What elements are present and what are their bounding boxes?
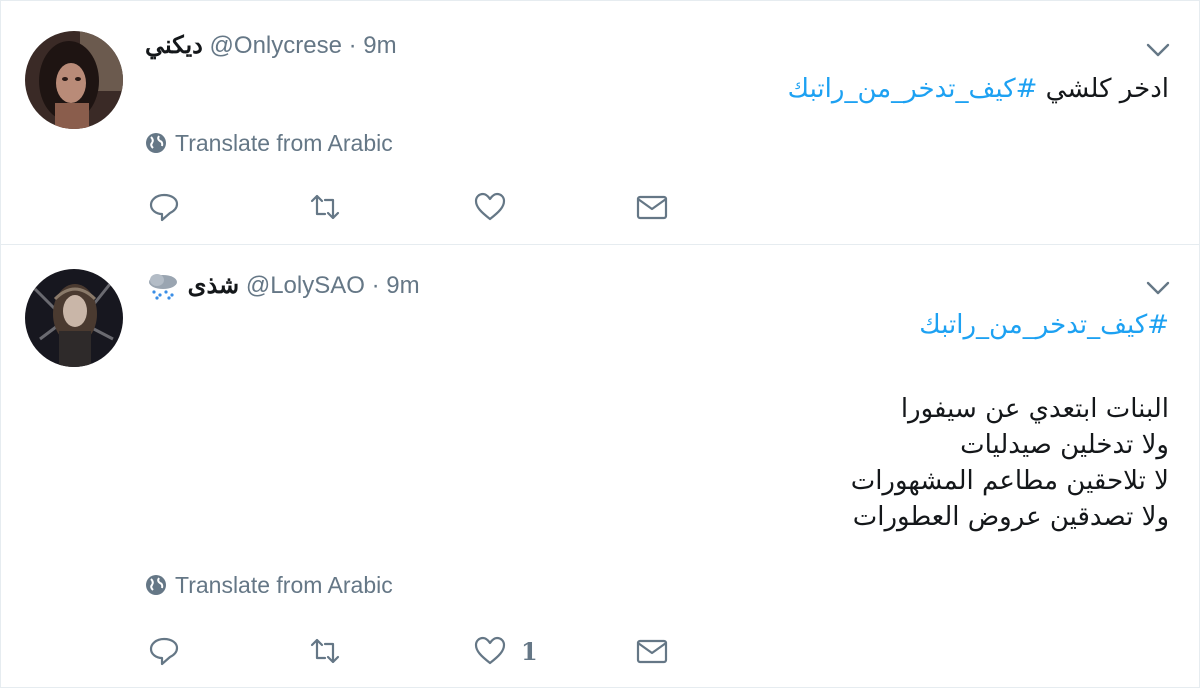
- reply-button[interactable]: [147, 189, 181, 225]
- avatar[interactable]: [25, 31, 123, 129]
- tweet-text: البنات ابتعدي عن سيفورا ولا تدخلين صيدلي…: [851, 391, 1169, 535]
- timestamp[interactable]: 9m: [386, 272, 419, 299]
- timeline: ديكني @Onlycrese · 9m ادخر كلشي #كيف_تدخ…: [0, 0, 1200, 688]
- direct-message-button[interactable]: [635, 189, 669, 225]
- translate-label: Translate from Arabic: [175, 572, 393, 598]
- tweet-text-line: لا تلاحقين مطاعم المشهورات: [850, 466, 1169, 496]
- tweet-header: ديكني @Onlycrese · 9m: [145, 31, 397, 61]
- tweet-text: ادخر كلشي #كيف_تدخر_من_راتبك: [788, 71, 1169, 107]
- reply-icon: [149, 193, 179, 222]
- heart-icon: [474, 636, 506, 665]
- retweet-button[interactable]: [308, 189, 342, 225]
- timestamp[interactable]: 9m: [363, 32, 396, 59]
- chevron-down-icon[interactable]: [1145, 37, 1171, 63]
- envelope-icon: [636, 195, 668, 220]
- display-name[interactable]: ديكني: [145, 32, 203, 59]
- tweet[interactable]: ديكني @Onlycrese · 9m ادخر كلشي #كيف_تدخ…: [1, 1, 1199, 245]
- reply-icon: [149, 637, 179, 666]
- like-button[interactable]: [473, 189, 521, 225]
- translate-link[interactable]: Translate from Arabic: [145, 571, 393, 599]
- reply-button[interactable]: [147, 633, 181, 669]
- globe-icon: [146, 575, 166, 595]
- handle[interactable]: @Onlycrese: [210, 32, 342, 59]
- tweet-text-plain: ادخر كلشي: [1045, 74, 1169, 104]
- direct-message-button[interactable]: [635, 633, 669, 669]
- heart-icon: [474, 192, 506, 221]
- separator: ·: [371, 272, 380, 299]
- hashtag-link[interactable]: #كيف_تدخر_من_راتبك: [919, 310, 1169, 340]
- like-count: 1: [521, 636, 538, 666]
- retweet-button[interactable]: [308, 633, 342, 669]
- tweet[interactable]: شذى @LolySAO · 9m #كيف_تدخر_من_راتبك الب…: [1, 245, 1199, 687]
- display-name[interactable]: شذى: [188, 272, 240, 299]
- handle[interactable]: @LolySAO: [246, 272, 365, 299]
- translate-label: Translate from Arabic: [175, 130, 393, 156]
- hashtag-link[interactable]: #كيف_تدخر_من_راتبك: [788, 74, 1038, 104]
- tweet-text-line: ولا تصدقين عروض العطورات: [852, 502, 1169, 532]
- cloud-with-snow-emoji: [145, 271, 181, 301]
- envelope-icon: [636, 639, 668, 664]
- tweet-hashtag-line: #كيف_تدخر_من_راتبك: [919, 307, 1169, 343]
- translate-link[interactable]: Translate from Arabic: [145, 129, 393, 157]
- chevron-down-icon[interactable]: [1145, 275, 1171, 301]
- retweet-icon: [310, 194, 340, 220]
- tweet-text-line: ولا تدخلين صيدليات: [960, 430, 1169, 460]
- tweet-header: شذى @LolySAO · 9m: [145, 271, 420, 301]
- separator: ·: [348, 32, 357, 59]
- like-button[interactable]: 1: [473, 633, 538, 669]
- retweet-icon: [310, 638, 340, 664]
- tweet-text-line: البنات ابتعدي عن سيفورا: [900, 394, 1169, 424]
- avatar[interactable]: [25, 269, 123, 367]
- globe-icon: [146, 133, 166, 153]
